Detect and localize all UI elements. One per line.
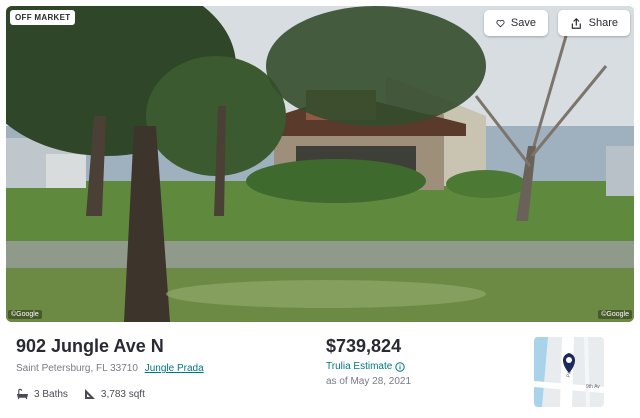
neighborhood-link[interactable]: Jungle Prada [145, 363, 204, 374]
price-block: $739,824 Trulia Estimate as of May 28, 2… [326, 336, 506, 387]
ruler-triangle-icon [84, 389, 95, 399]
share-button[interactable]: Share [558, 10, 630, 36]
baths-label: 3 Baths [34, 388, 68, 400]
sqft-label: 3,783 sqft [100, 388, 145, 400]
save-button[interactable]: Save [484, 10, 548, 36]
sqft-fact: 3,783 sqft [84, 388, 145, 400]
location-line: Saint Petersburg, FL 33710 Jungle Prada [16, 363, 316, 374]
photo-credit-left: ©Google [8, 310, 42, 319]
street-view-image [6, 6, 634, 322]
estimated-price: $739,824 [326, 336, 402, 356]
estimate-date: as of May 28, 2021 [326, 376, 412, 387]
map-cross-label: 9th Av [586, 384, 600, 390]
info-icon [395, 361, 406, 372]
trulia-estimate-link[interactable]: Trulia Estimate [326, 361, 506, 372]
listing-facts: 3 Baths 3,783 sqft [16, 388, 316, 400]
share-label: Share [588, 17, 618, 29]
save-label: Save [510, 17, 536, 29]
map-thumbnail: Park St N 9th Av [534, 337, 604, 407]
location-minimap[interactable]: Park St N 9th Av [534, 337, 604, 407]
baths-fact: 3 Baths [16, 388, 68, 400]
city-state-zip: Saint Petersburg, FL 33710 [16, 363, 138, 374]
listing-address: 902 Jungle Ave N [16, 336, 164, 356]
estimate-label: Trulia Estimate [326, 361, 393, 372]
heart-icon [496, 19, 505, 27]
off-market-badge: OFF MARKET [10, 10, 76, 25]
share-icon [571, 17, 581, 29]
bathtub-icon [16, 388, 29, 400]
photo-credit-right: ©Google [598, 310, 632, 319]
listing-info: 902 Jungle Ave N Saint Petersburg, FL 33… [16, 336, 316, 400]
listing-photo[interactable]: OFF MARKET Save Share ©Google ©Google [6, 6, 634, 322]
